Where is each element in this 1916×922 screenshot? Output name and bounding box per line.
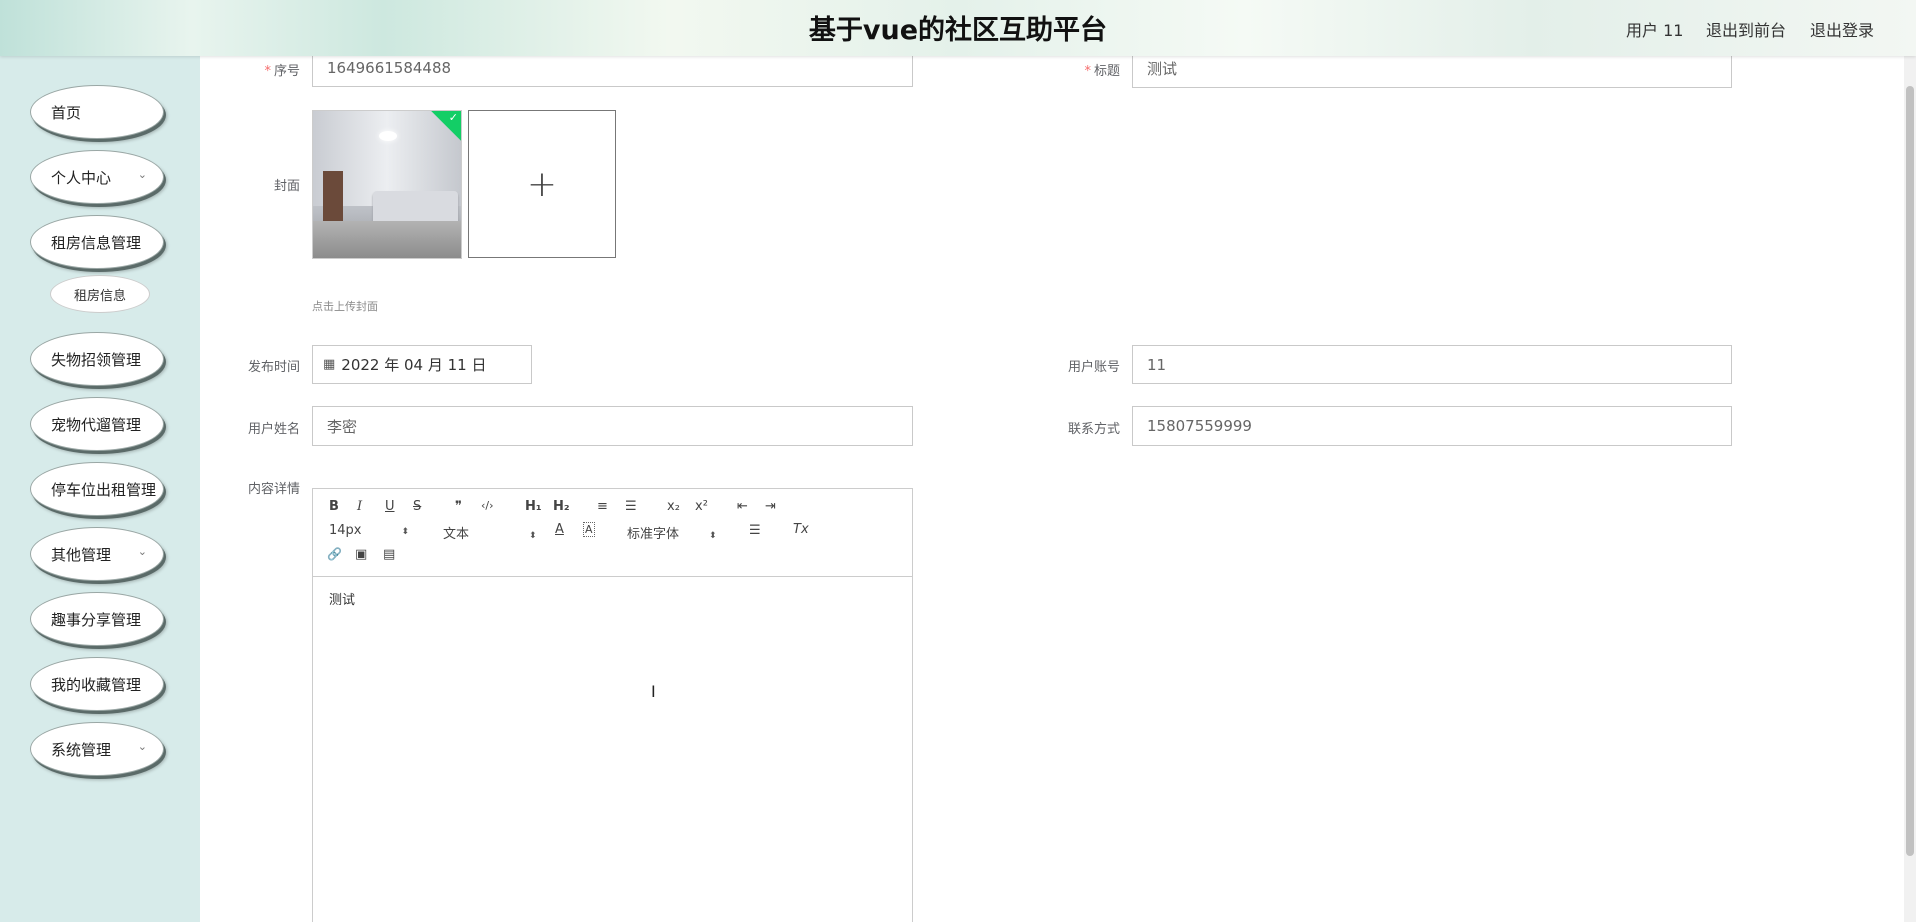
sidebar-item-label: 系统管理: [51, 740, 112, 759]
upload-tip: 点击上传封面: [312, 300, 378, 313]
sidebar-item-label: 我的收藏管理: [51, 675, 142, 694]
font-family-select[interactable]: 标准字体 ⬍: [627, 523, 717, 542]
italic-button[interactable]: I: [357, 499, 362, 514]
video-icon[interactable]: ▤: [383, 547, 395, 562]
back-to-front-link[interactable]: 退出到前台: [1706, 17, 1786, 41]
bold-button[interactable]: B: [329, 499, 339, 514]
underline-button[interactable]: U: [385, 499, 395, 514]
image-icon[interactable]: ▣: [355, 547, 367, 562]
top-header: 基于vue的社区互助平台 用户 11 退出到前台 退出登录: [0, 0, 1916, 56]
publish-time-picker[interactable]: ▦ 2022 年 04 月 11 日: [312, 345, 532, 384]
check-icon: ✓: [448, 111, 458, 124]
sidebar-item-system[interactable]: 系统管理 ⌄: [30, 722, 164, 776]
chevron-down-icon: ⌄: [137, 740, 147, 753]
publish-time-label: 发布时间: [247, 360, 300, 375]
user-name-label: 用户姓名: [247, 422, 300, 437]
sidebar-item-label: 首页: [51, 103, 82, 122]
sidebar-item-label: 停车位出租管理: [51, 480, 157, 499]
sidebar-item-label: 宠物代遛管理: [51, 415, 142, 434]
contact-input[interactable]: 15807559999: [1132, 406, 1732, 446]
align-button[interactable]: ☰: [749, 523, 761, 538]
clean-format-button[interactable]: Tx: [793, 522, 809, 537]
sidebar-item-personal-center[interactable]: 个人中心 ⌄: [30, 150, 164, 204]
user-account-input[interactable]: 11: [1132, 345, 1732, 384]
sidebar-item-rental-management[interactable]: 租房信息管理: [30, 215, 164, 269]
code-button[interactable]: ‹/›: [481, 499, 494, 512]
rich-text-editor: B I U S ❞ ‹/› H₁ H₂ ≡ ☰ x₂ x² ⇤ ⇥ 14px ⬍ …: [312, 488, 913, 922]
title-label: * 标题: [1084, 64, 1120, 79]
calendar-icon: ▦: [323, 357, 336, 372]
h1-button[interactable]: H₁: [525, 499, 542, 514]
page-scrollbar[interactable]: [1904, 56, 1916, 922]
outdent-button[interactable]: ⇤: [737, 499, 748, 514]
chevron-down-icon: ⌄: [137, 168, 147, 181]
scrollbar-thumb[interactable]: [1906, 86, 1914, 856]
editor-content[interactable]: 测试: [329, 589, 355, 608]
logout-link[interactable]: 退出登录: [1810, 17, 1874, 41]
sidebar-item-label: 租房信息管理: [51, 233, 142, 252]
sidebar-item-pet-walking[interactable]: 宠物代遛管理: [30, 397, 164, 451]
header-select[interactable]: 文本 ⬍: [443, 523, 537, 542]
sidebar-item-lost-found[interactable]: 失物招领管理: [30, 332, 164, 386]
superscript-button[interactable]: x²: [695, 499, 708, 514]
strike-button[interactable]: S: [413, 499, 421, 514]
contact-label: 联系方式: [1067, 422, 1120, 437]
cover-label: 封面: [273, 179, 300, 194]
background-color-button[interactable]: A: [583, 522, 595, 537]
link-icon[interactable]: 🔗: [327, 547, 342, 561]
sidebar-item-favorites[interactable]: 我的收藏管理: [30, 657, 164, 711]
user-name-input[interactable]: 李密: [312, 406, 913, 446]
sidebar-item-other[interactable]: 其他管理 ⌄: [30, 527, 164, 581]
user-label: 用户 11: [1626, 21, 1684, 40]
subscript-button[interactable]: x₂: [667, 499, 680, 514]
chevron-down-icon: ⌄: [137, 545, 147, 558]
user-account-label: 用户账号: [1067, 360, 1120, 375]
font-size-select[interactable]: 14px ⬍: [329, 523, 409, 538]
upload-cover-button[interactable]: +: [468, 110, 616, 258]
sidebar-item-fun-share[interactable]: 趣事分享管理: [30, 592, 164, 646]
sidebar-item-label: 趣事分享管理: [51, 610, 142, 629]
editor-toolbar: B I U S ❞ ‹/› H₁ H₂ ≡ ☰ x₂ x² ⇤ ⇥ 14px ⬍ …: [313, 489, 912, 577]
sidebar: 首页 个人中心 ⌄ 租房信息管理 租房信息 失物招领管理 宠物代遛管理 停车位出租…: [0, 56, 200, 922]
content-label: 内容详情: [247, 482, 300, 497]
indent-button[interactable]: ⇥: [765, 499, 776, 514]
quote-button[interactable]: ❞: [455, 499, 462, 514]
serial-label: * 序号: [264, 64, 300, 79]
sidebar-item-label: 失物招领管理: [51, 350, 142, 369]
text-color-button[interactable]: A: [555, 522, 564, 537]
bullet-list-button[interactable]: ☰: [625, 499, 637, 514]
sidebar-item-label: 个人中心: [51, 168, 112, 187]
cover-image[interactable]: ✓: [312, 110, 462, 259]
text-cursor-icon: I: [651, 682, 656, 701]
h2-button[interactable]: H₂: [553, 499, 570, 514]
sidebar-item-parking[interactable]: 停车位出租管理: [30, 462, 164, 516]
ordered-list-button[interactable]: ≡: [597, 499, 608, 514]
sidebar-subitem-rental-info[interactable]: 租房信息: [50, 275, 150, 313]
sidebar-item-home[interactable]: 首页: [30, 85, 164, 139]
sidebar-item-label: 其他管理: [51, 545, 112, 564]
